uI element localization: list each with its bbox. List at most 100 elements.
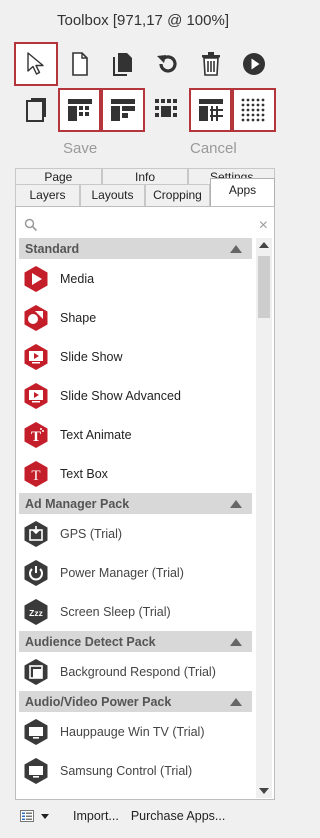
app-item-label: Slide Show Advanced — [60, 388, 181, 403]
dotted-frame-button[interactable] — [145, 88, 189, 132]
undo-button[interactable] — [145, 42, 189, 86]
layer-toggle-icon — [24, 97, 48, 123]
text-animate-icon: T — [22, 421, 50, 449]
app-item[interactable]: Power Manager (Trial) — [19, 553, 252, 592]
section-title: Standard — [25, 241, 80, 256]
undo-icon — [155, 52, 179, 76]
tab-layouts[interactable]: Layouts — [80, 184, 145, 206]
trash-icon — [200, 51, 222, 77]
slide-show-advanced-icon — [22, 382, 50, 410]
pointer-button[interactable] — [14, 42, 58, 86]
app-item[interactable]: Slide Show — [19, 337, 252, 376]
svg-text:T: T — [31, 468, 40, 484]
play-icon — [242, 52, 266, 76]
scroll-up-arrow-icon[interactable] — [259, 242, 269, 248]
app-item[interactable]: Hauppauge Win TV (Trial) — [19, 712, 252, 751]
snap-grid-icon — [198, 98, 224, 122]
list-view-icon — [20, 810, 34, 822]
toolbar-row-1 — [14, 42, 276, 86]
media-icon — [22, 265, 50, 293]
app-item[interactable]: Slide Show Advanced — [19, 376, 252, 415]
duplicate-page-icon — [111, 51, 135, 77]
view-menu-button[interactable] — [20, 810, 49, 822]
app-item-label: Text Box — [60, 466, 108, 481]
app-item-label: GPS (Trial) — [60, 526, 123, 541]
grid-layout-b-button[interactable] — [101, 88, 146, 132]
monitor-icon — [22, 757, 50, 785]
app-item-label: Shape — [60, 310, 97, 325]
scroll-down-arrow-icon[interactable] — [259, 788, 269, 794]
search-icon — [24, 218, 38, 235]
chevron-down-icon — [41, 813, 49, 819]
section-title: Audio/Video Power Pack — [25, 694, 172, 709]
text-box-icon: T — [22, 460, 50, 488]
collapse-arrow-icon[interactable] — [230, 697, 242, 706]
app-item-label: Text Animate — [60, 427, 132, 442]
app-item[interactable]: Shape — [19, 298, 252, 337]
app-item[interactable]: T Text Animate — [19, 415, 252, 454]
trash-button[interactable] — [189, 42, 233, 86]
app-item-label: Hauppauge Win TV (Trial) — [60, 724, 205, 739]
section-title: Ad Manager Pack — [25, 496, 130, 511]
tab-page[interactable]: Page — [15, 168, 102, 185]
app-item[interactable]: Background Respond (Trial) — [19, 652, 252, 691]
section-header[interactable]: Audience Detect Pack — [19, 631, 252, 652]
dot-grid-icon — [241, 98, 267, 122]
background-respond-icon — [22, 658, 50, 686]
dotted-frame-icon — [154, 98, 180, 122]
new-page-button[interactable] — [58, 42, 102, 86]
section-header[interactable]: Audio/Video Power Pack — [19, 691, 252, 712]
footer-bar: Import... Purchase Apps... — [20, 802, 276, 830]
tab-apps[interactable]: Apps — [210, 178, 275, 206]
grid-layout-a-button[interactable] — [57, 88, 102, 132]
tv-icon — [22, 718, 50, 746]
save-button[interactable]: Save — [63, 140, 97, 157]
power-icon — [22, 559, 50, 587]
tab-info[interactable]: Info — [101, 168, 189, 185]
toolbar-row-2 — [14, 88, 277, 132]
scroll-thumb[interactable] — [258, 256, 270, 318]
section-header[interactable]: Ad Manager Pack — [19, 493, 252, 514]
app-item-label: Samsung Control (Trial) — [60, 763, 193, 778]
tab-layers[interactable]: Layers — [15, 184, 80, 206]
svg-text:Zzz: Zzz — [29, 608, 43, 618]
svg-text:T: T — [31, 429, 41, 445]
app-item[interactable]: GPS (Trial) — [19, 514, 252, 553]
search-field[interactable]: × — [22, 217, 268, 237]
screen-sleep-icon: Zzz — [22, 598, 50, 626]
apps-panel: × Standard Media Shape Slide Show Slide Show… — [15, 206, 275, 800]
section-title: Audience Detect Pack — [25, 634, 156, 649]
cancel-button[interactable]: Cancel — [190, 140, 237, 157]
pointer-icon — [25, 51, 47, 77]
app-item-label: Power Manager (Trial) — [60, 565, 184, 580]
collapse-arrow-icon[interactable] — [230, 637, 242, 646]
snap-grid-button[interactable] — [188, 88, 233, 132]
collapse-arrow-icon[interactable] — [230, 499, 242, 508]
app-item[interactable]: Samsung Control (Trial) — [19, 751, 252, 790]
collapse-arrow-icon[interactable] — [230, 244, 242, 253]
slide-show-icon — [22, 343, 50, 371]
duplicate-page-button[interactable] — [101, 42, 145, 86]
scrollbar[interactable] — [256, 238, 272, 798]
section-header[interactable]: Standard — [19, 238, 252, 259]
save-cancel-bar: Save Cancel — [0, 136, 286, 162]
layer-toggle-button[interactable] — [14, 88, 58, 132]
app-item[interactable]: Zzz Screen Sleep (Trial) — [19, 592, 252, 631]
window-title: Toolbox [971,17 @ 100%] — [56, 11, 229, 29]
import-button[interactable]: Import... — [73, 809, 119, 823]
tab-row-2: Layers Layouts Cropping Apps — [15, 178, 275, 206]
app-item[interactable]: T Text Box — [19, 454, 252, 493]
app-item[interactable]: Media — [19, 259, 252, 298]
play-button[interactable] — [232, 42, 276, 86]
gps-icon — [22, 520, 50, 548]
grid-layout-b-icon — [110, 98, 136, 122]
clear-search-icon[interactable]: × — [259, 217, 268, 235]
shape-icon — [22, 304, 50, 332]
grid-layout-a-icon — [67, 98, 93, 122]
dot-grid-button[interactable] — [232, 88, 277, 132]
purchase-apps-button[interactable]: Purchase Apps... — [131, 809, 226, 823]
apps-list: Standard Media Shape Slide Show Slide Show A… — [19, 238, 252, 798]
tab-cropping[interactable]: Cropping — [145, 184, 210, 206]
app-item-label: Background Respond (Trial) — [60, 664, 216, 679]
app-item-label: Media — [60, 271, 95, 286]
